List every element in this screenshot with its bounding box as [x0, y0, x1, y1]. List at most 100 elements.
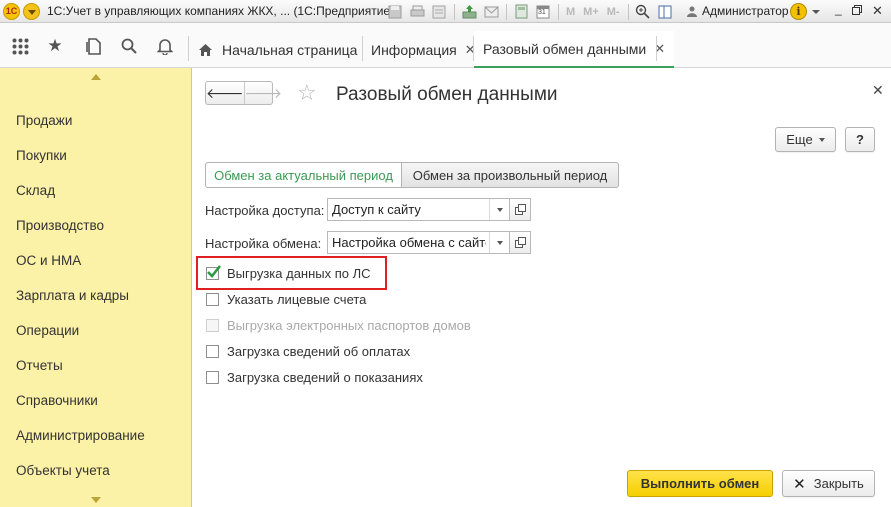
- exchange-setting-field[interactable]: Настройка обмена с сайтом: [327, 231, 510, 254]
- back-arrow-icon[interactable]: 🡐: [206, 82, 245, 104]
- tab-actual-period[interactable]: Обмен за актуальный период: [205, 162, 402, 188]
- window-title: 1С:Учет в управляющих компаниях ЖКХ, ...…: [47, 4, 395, 18]
- tab-divider: [656, 36, 657, 61]
- toolbar-divider: [454, 3, 455, 20]
- app-logo-icon: 1С: [3, 3, 20, 20]
- exchange-setting-label: Настройка обмена:: [205, 236, 322, 251]
- restore-icon[interactable]: [852, 4, 862, 18]
- forward-arrow-icon[interactable]: 🡒: [245, 82, 283, 104]
- history-navigation: 🡐 🡒: [205, 81, 282, 105]
- mail-icon[interactable]: [482, 3, 500, 21]
- upload-icon[interactable]: [460, 3, 478, 21]
- scroll-up-icon[interactable]: [91, 74, 101, 80]
- current-user[interactable]: Администратор: [686, 4, 789, 18]
- main-menu-button[interactable]: [23, 3, 40, 20]
- search-icon[interactable]: [118, 35, 140, 57]
- calendar-icon[interactable]: 31: [534, 3, 552, 21]
- checkbox[interactable]: [206, 370, 219, 384]
- checkbox[interactable]: [206, 264, 222, 280]
- chevron-down-icon: [818, 137, 825, 142]
- title-toolbar: 31 M M+ M-: [386, 2, 678, 21]
- panels-icon[interactable]: [656, 3, 674, 21]
- access-setting-field[interactable]: Доступ к сайту: [327, 198, 510, 221]
- tab-home[interactable]: Начальная страница: [189, 31, 366, 68]
- exchange-setting-value: Настройка обмена с сайтом: [332, 235, 486, 250]
- tab-one-time-exchange[interactable]: Разовый обмен данными ✕: [474, 31, 675, 68]
- toolbar-divider: [506, 3, 507, 20]
- checkbox: [206, 318, 219, 332]
- chevron-down-icon[interactable]: [489, 199, 509, 220]
- sidebar-item-operations[interactable]: Операции: [16, 323, 79, 338]
- sections-menu-icon[interactable]: [9, 35, 31, 57]
- more-button[interactable]: Еще: [775, 127, 836, 152]
- memory-add-button[interactable]: M+: [581, 3, 601, 21]
- calculator-icon[interactable]: [512, 3, 530, 21]
- close-button[interactable]: ✕ Закрыть: [782, 470, 875, 497]
- sidebar-item-administration[interactable]: Администрирование: [16, 428, 145, 443]
- open-icon[interactable]: [510, 231, 531, 254]
- home-icon: [199, 43, 212, 56]
- print-icon[interactable]: [408, 3, 426, 21]
- panel-bar: ★ Начальная страница Информация ✕ Разовы…: [0, 23, 891, 68]
- toolbar-divider: [627, 3, 629, 20]
- checkbox-label: Загрузка сведений о показаниях: [227, 369, 423, 385]
- close-button-label: Закрыть: [813, 476, 864, 491]
- help-button[interactable]: ?: [845, 127, 875, 152]
- zoom-icon[interactable]: [634, 3, 652, 21]
- checkbox-load-payments[interactable]: Загрузка сведений об оплатах: [206, 342, 410, 360]
- close-icon: ✕: [793, 475, 806, 493]
- checkbox-label: Загрузка сведений об оплатах: [227, 343, 411, 359]
- checkbox-specify-accounts[interactable]: Указать лицевые счета: [206, 290, 366, 308]
- sidebar-item-sales[interactable]: Продажи: [16, 113, 72, 128]
- info-icon[interactable]: i: [790, 3, 807, 20]
- save-icon[interactable]: [386, 3, 404, 21]
- checkbox[interactable]: [206, 292, 219, 306]
- open-icon[interactable]: [510, 198, 531, 221]
- checkbox-label: Выгрузка данных по ЛС: [227, 265, 371, 281]
- info-menu-chevron-icon[interactable]: [812, 10, 820, 14]
- one-time-exchange-form: 🡐 🡒 ☆ Разовый обмен данными ✕ Еще ? Обме…: [193, 69, 891, 507]
- close-window-icon[interactable]: ✕: [872, 3, 883, 19]
- tab-information[interactable]: Информация ✕: [362, 31, 485, 68]
- sidebar-item-accounting-objects[interactable]: Объекты учета: [16, 463, 110, 478]
- memory-subtract-button[interactable]: M-: [605, 3, 622, 21]
- sidebar-item-fixed-assets[interactable]: ОС и НМА: [16, 253, 81, 268]
- memory-store-button[interactable]: M: [564, 3, 577, 21]
- sidebar-item-purchases[interactable]: Покупки: [16, 148, 67, 163]
- chevron-down-icon[interactable]: [489, 232, 509, 253]
- tab-label: Информация: [371, 41, 457, 58]
- history-icon[interactable]: [83, 35, 105, 57]
- preview-icon[interactable]: [430, 3, 448, 21]
- sidebar-item-production[interactable]: Производство: [16, 218, 104, 233]
- title-bar: 1С 1С:Учет в управляющих компаниях ЖКХ, …: [0, 0, 891, 23]
- run-exchange-button[interactable]: Выполнить обмен: [627, 470, 773, 497]
- sidebar-item-warehouse[interactable]: Склад: [16, 183, 55, 198]
- sidebar-item-payroll[interactable]: Зарплата и кадры: [16, 288, 129, 303]
- sidebar-item-reports[interactable]: Отчеты: [16, 358, 63, 373]
- checkmark-icon: [207, 264, 222, 278]
- more-button-label: Еще: [786, 132, 813, 147]
- close-form-icon[interactable]: ✕: [872, 82, 884, 99]
- minimize-icon[interactable]: _: [835, 2, 842, 16]
- access-setting-label: Настройка доступа:: [205, 203, 325, 218]
- sidebar-item-catalogs[interactable]: Справочники: [16, 393, 98, 408]
- user-icon: [687, 6, 697, 17]
- user-name: Администратор: [702, 4, 789, 18]
- sections-panel: Продажи Покупки Склад Производство ОС и …: [0, 68, 192, 507]
- checkbox-label: Выгрузка электронных паспортов домов: [227, 317, 471, 333]
- checkbox[interactable]: [206, 344, 219, 358]
- scroll-down-icon[interactable]: [91, 497, 101, 503]
- tab-label: Разовый обмен данными: [483, 40, 647, 57]
- favorite-star-icon[interactable]: ☆: [297, 82, 317, 104]
- checkbox-upload-account-data[interactable]: Выгрузка данных по ЛС: [206, 264, 371, 282]
- checkbox-load-readings[interactable]: Загрузка сведений о показаниях: [206, 368, 423, 386]
- page-title: Разовый обмен данными: [336, 84, 558, 105]
- calendar-day: 31: [538, 8, 546, 16]
- access-setting-value: Доступ к сайту: [332, 202, 421, 217]
- favorites-icon[interactable]: ★: [44, 35, 66, 57]
- tab-label: Начальная страница: [222, 41, 358, 58]
- toolbar-divider: [558, 3, 559, 20]
- notifications-bell-icon[interactable]: [154, 35, 176, 57]
- tab-custom-period[interactable]: Обмен за произвольный период: [401, 162, 619, 188]
- checkbox-upload-house-passports: Выгрузка электронных паспортов домов: [206, 316, 471, 334]
